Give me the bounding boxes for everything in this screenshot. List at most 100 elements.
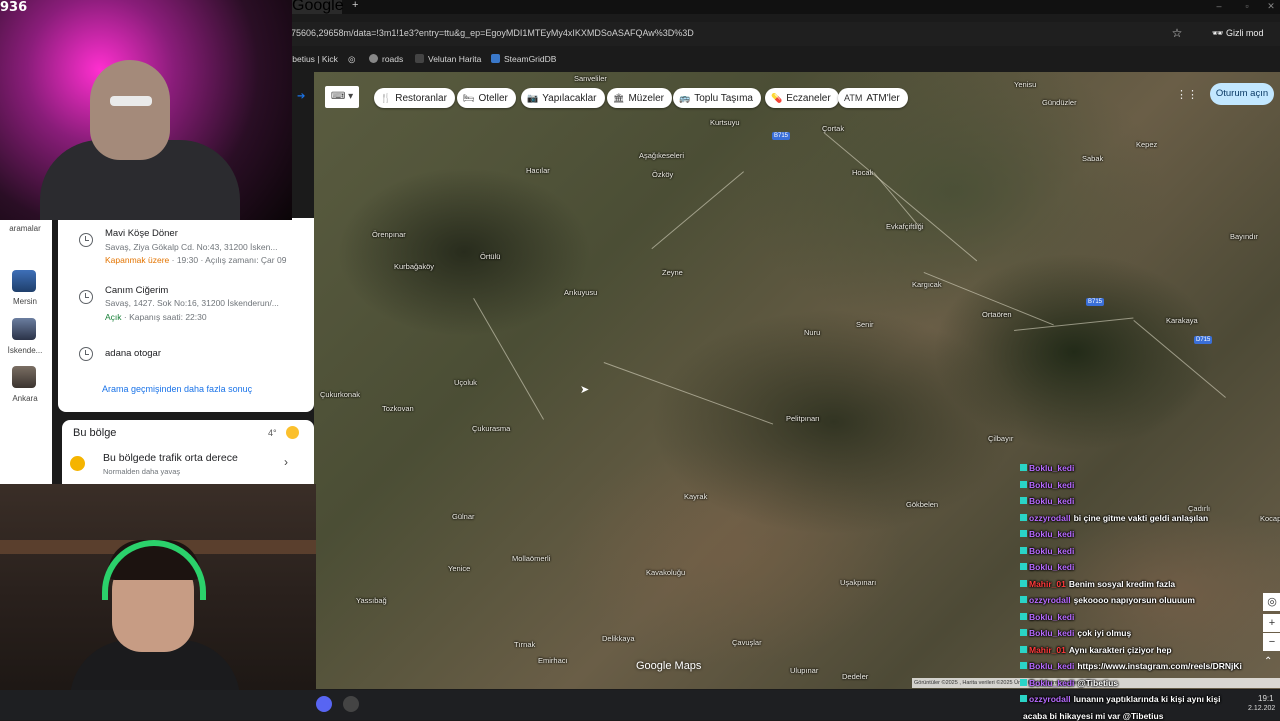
incognito-icon: 🕶 xyxy=(1212,28,1226,38)
chevron-right-icon[interactable]: › xyxy=(284,455,288,469)
map-place-label[interactable]: Arıkuyusu xyxy=(564,288,597,297)
map-place-label[interactable]: Uşakpınarı xyxy=(840,578,876,587)
map-place-label[interactable]: Özköy xyxy=(652,170,673,179)
chat-badge-icon xyxy=(1020,596,1027,603)
result-title[interactable]: adana otogar xyxy=(105,348,161,359)
chat-username: Boklu_kedi xyxy=(1029,545,1075,556)
map-layer-button[interactable]: ⌨ ▾ xyxy=(325,86,359,108)
map-place-label[interactable]: Mollaömerli xyxy=(512,554,550,563)
map-place-label[interactable]: Gündüzler xyxy=(1042,98,1077,107)
browser-tab[interactable]: Google xyxy=(286,0,344,14)
map-place-label[interactable]: Tırnak xyxy=(514,640,535,649)
map-place-label[interactable]: Aşağıkeseleri xyxy=(639,151,684,160)
map-place-label[interactable]: Çukurasma xyxy=(472,424,510,433)
map-place-label[interactable]: Kurbağaköy xyxy=(394,262,434,271)
bookmark-roads[interactable]: roads xyxy=(369,53,403,65)
mersin-thumbnail[interactable] xyxy=(12,270,36,292)
chat-message: Boklu_kedi xyxy=(1020,480,1077,490)
map-place-label[interactable]: Örtülü xyxy=(480,252,500,261)
chat-username: Boklu_kedi xyxy=(1029,661,1075,671)
filter-chip-label: Oteller xyxy=(478,93,508,104)
map-place-label[interactable]: Çukurkonak xyxy=(320,390,360,399)
bookmark-velutan[interactable]: Velutan Harita xyxy=(415,53,481,65)
chat-username: Boklu_kedi xyxy=(1029,496,1075,506)
map-place-label[interactable]: Nuru xyxy=(804,328,820,337)
map-place-label[interactable]: Ortaören xyxy=(982,310,1012,319)
new-tab-icon[interactable]: + xyxy=(352,0,364,12)
map-place-label[interactable]: Yenice xyxy=(448,564,470,573)
webcam-person-face xyxy=(90,60,170,160)
map-place-label[interactable]: Yassıbağ xyxy=(356,596,387,605)
map-place-label[interactable]: Kepez xyxy=(1136,140,1157,149)
filter-chip[interactable]: 📷 Yapılacaklar xyxy=(521,88,605,108)
map-place-label[interactable]: Yenisu xyxy=(1014,80,1036,89)
discord-icon[interactable] xyxy=(316,696,332,712)
map-place-label[interactable]: Kurtsuyu xyxy=(710,118,740,127)
close-window-icon[interactable]: ✕ xyxy=(1264,0,1278,12)
map-place-label[interactable]: Gülnar xyxy=(452,512,475,521)
traffic-title[interactable]: Bu bölgede trafik orta derece xyxy=(103,452,238,464)
zoom-in-button[interactable]: + xyxy=(1263,614,1280,632)
incognito-indicator[interactable]: 🕶 Gizli mod xyxy=(1212,24,1268,42)
minimize-icon[interactable]: – xyxy=(1212,0,1226,12)
map-place-label[interactable]: Karakaya xyxy=(1166,316,1198,325)
map-place-label[interactable]: Dedeler xyxy=(842,672,868,681)
zoom-out-button[interactable]: − xyxy=(1263,633,1280,651)
ankara-thumbnail[interactable] xyxy=(12,366,36,388)
chat-badge-icon xyxy=(1020,612,1027,620)
bookmark-star-icon[interactable]: ☆ xyxy=(1170,26,1184,40)
map-place-label[interactable]: Emirhacı xyxy=(538,656,568,665)
map-place-label[interactable]: Kavakoluğu xyxy=(646,568,685,577)
map-place-label[interactable]: Delikkaya xyxy=(602,634,635,643)
url-text[interactable]: 75606,29658m/data=!3m1!1e3?entry=ttu&g_e… xyxy=(291,28,1151,40)
filter-chip[interactable]: 🏛 Müzeler xyxy=(607,88,673,108)
chat-badge-icon xyxy=(1020,678,1027,686)
sign-in-button[interactable]: Oturum açın xyxy=(1210,83,1274,105)
map-place-label[interactable]: Gökbelen xyxy=(906,500,938,509)
velutan-icon xyxy=(415,54,424,63)
map-place-label[interactable]: Kocapınar xyxy=(1260,514,1280,523)
map-place-label[interactable]: Bayındır xyxy=(1230,232,1258,241)
map-place-label[interactable]: Örenpınar xyxy=(372,230,406,239)
bookmark-label: SteamGridDB xyxy=(504,54,557,64)
map-place-label[interactable]: Pelitpınarı xyxy=(786,414,820,423)
museum-icon: 🏛 xyxy=(613,93,625,103)
map-place-label[interactable]: Çavuşlar xyxy=(732,638,762,647)
map-place-label[interactable]: Çilbayır xyxy=(988,434,1013,443)
chat-username: Boklu_kedi xyxy=(1029,479,1075,490)
map-place-label[interactable]: Hacılar xyxy=(526,166,550,175)
chat-username: Boklu_kedi xyxy=(1029,529,1075,539)
bookmark-steamgrid[interactable]: SteamGridDB xyxy=(491,53,556,65)
map-place-label[interactable]: Zeyne xyxy=(662,268,683,277)
filter-chip[interactable]: 🛏 Oteller xyxy=(457,88,516,108)
apps-grid-icon[interactable]: ⋮⋮ xyxy=(1176,88,1198,102)
map-place-label[interactable]: Sanveliler xyxy=(574,74,607,83)
filter-chip[interactable]: ATM ATM'ler xyxy=(838,88,908,108)
result-title[interactable]: Mavi Köşe Döner xyxy=(105,228,178,239)
map-road xyxy=(873,172,919,227)
iskenderun-thumbnail[interactable] xyxy=(12,318,36,340)
history-clock-icon xyxy=(79,290,93,304)
obs-icon[interactable] xyxy=(343,696,359,712)
bookmark-kick[interactable]: tibetius | Kick xyxy=(288,53,338,65)
my-location-icon[interactable]: ◎ xyxy=(1263,593,1280,611)
directions-icon[interactable]: ➔ xyxy=(297,91,307,102)
map-place-label[interactable]: Ulupınar xyxy=(790,666,818,675)
map-place-label[interactable]: Kayrak xyxy=(684,492,707,501)
filter-chip[interactable]: 💊 Eczaneler xyxy=(765,88,839,108)
result-title[interactable]: Canım Ciğerim xyxy=(105,285,168,296)
map-place-label[interactable]: Tozkovan xyxy=(382,404,414,413)
map-place-label[interactable]: Senir xyxy=(856,320,874,329)
more-results-link[interactable]: Arama geçmişinden daha fazla sonuç xyxy=(102,384,252,394)
filter-chip[interactable]: 🍴 Restoranlar xyxy=(374,88,455,108)
filter-chip[interactable]: 🚌 Toplu Taşıma xyxy=(673,88,761,108)
maximize-icon[interactable]: ▫ xyxy=(1240,0,1254,12)
map-place-label[interactable]: Çortak xyxy=(822,124,844,133)
map-place-label[interactable]: Sabak xyxy=(1082,154,1103,163)
collapse-chevron-icon[interactable]: ⌃ xyxy=(1264,656,1272,667)
chat-badge-icon xyxy=(1020,645,1027,653)
chat-message: Boklu_kedi xyxy=(1020,496,1077,506)
bookmark-globe-icon[interactable]: ◎ xyxy=(348,53,355,65)
map-place-label[interactable]: Uçoluk xyxy=(454,378,477,387)
map-place-label[interactable]: Kargıcak xyxy=(912,280,942,289)
